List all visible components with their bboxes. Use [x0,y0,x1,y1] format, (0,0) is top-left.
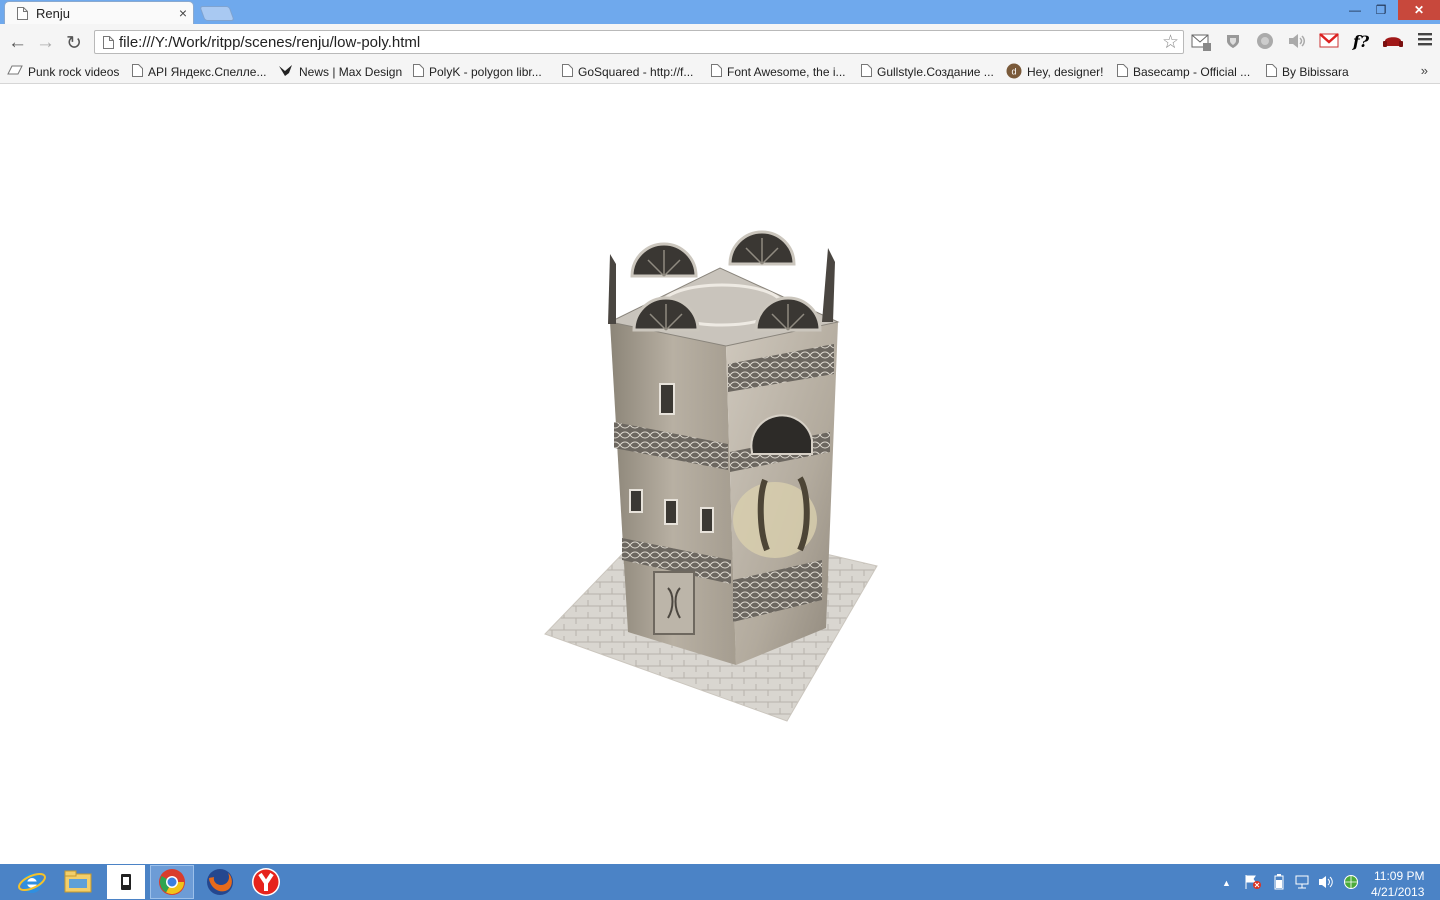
page-icon [17,7,28,25]
tower-door [653,571,695,635]
back-button[interactable]: ← [8,32,27,54]
tower-window [629,489,643,513]
tab-title: Renju [36,6,70,21]
file-explorer-icon[interactable] [56,865,100,899]
bookmark-label: Basecamp - Official ... [1133,65,1251,79]
bookmark-label: Punk rock videos [28,65,120,79]
page-icon [711,64,722,80]
volume-icon[interactable] [1318,874,1334,893]
clock-date[interactable]: 4/21/2013 [1371,885,1424,899]
page-icon [562,64,573,80]
bookmarks-bar: Punk rock videos API Яндекс.Спелле... Ne… [0,60,1440,84]
maximize-button[interactable]: ❐ [1370,0,1392,20]
title-bar: Renju × — ❐ ✕ [0,0,1440,24]
bookmark-item[interactable]: d Hey, designer! [1006,63,1103,81]
bookmark-item[interactable]: Punk rock videos [7,63,119,81]
bookmark-label: API Яндекс.Спелле... [148,65,267,79]
network-icon[interactable] [1294,874,1312,893]
bookmark-item[interactable]: Gullstyle.Создание ... [861,63,994,81]
shield-icon[interactable] [1222,32,1244,52]
page-icon [132,64,143,80]
browser-toolbar: ← → ↻ file:///Y:/Work/ritpp/scenes/renju… [0,24,1440,60]
bookmark-label: Font Awesome, the i... [727,65,846,79]
action-center-flag-icon[interactable] [1244,874,1262,893]
reload-button[interactable]: ↻ [66,32,82,55]
close-window-button[interactable]: ✕ [1398,0,1440,20]
page-icon [1266,64,1277,80]
windows-taskbar: ▲ 11:09 PM 4/21/2013 [0,864,1440,900]
page-icon [413,64,424,80]
tray-overflow-chevron[interactable]: ▲ [1222,878,1231,888]
internet-explorer-icon[interactable] [10,865,54,899]
bookmark-item[interactable]: Font Awesome, the i... [711,63,846,81]
bookmark-label: PolyK - polygon libr... [429,65,542,79]
chrome-icon[interactable] [150,865,194,899]
bookmark-label: News | Max Design [299,65,403,79]
firefox-icon[interactable] [198,865,242,899]
mail-checker-icon[interactable] [1190,32,1212,52]
circle-extension-icon[interactable] [1254,32,1276,52]
minimize-button[interactable]: — [1344,0,1366,20]
tower-window [700,507,714,533]
avatar-icon: d [1006,63,1022,82]
clock-time[interactable]: 11:09 PM [1374,869,1424,883]
new-tab-button[interactable] [199,6,235,21]
page-icon [861,64,872,80]
bookmarks-overflow-button[interactable]: » [1421,63,1428,78]
menu-icon[interactable] [1414,32,1436,52]
corner-spire [822,248,835,322]
yandex-browser-icon[interactable] [244,865,288,899]
bookmark-item[interactable]: API Яндекс.Спелле... [132,63,266,81]
bookmark-item[interactable]: PolyK - polygon libr... [413,63,542,81]
gmail-icon[interactable] [1318,32,1340,52]
bookmark-item[interactable]: News | Max Design [278,63,402,81]
font-finder-icon[interactable]: f? [1350,32,1372,52]
speaker-icon[interactable] [1286,32,1308,52]
bookmark-item[interactable]: GoSquared - http://f... [562,63,693,81]
address-bar[interactable]: file:///Y:/Work/ritpp/scenes/renju/low-p… [94,30,1184,54]
bookmark-label: By Bibissara [1282,65,1349,79]
folder-icon [7,64,23,80]
bookmark-item[interactable]: By Bibissara [1266,63,1349,81]
bookmark-label: Hey, designer! [1027,65,1104,79]
corner-spire [608,254,616,324]
tab-close-icon[interactable]: × [179,5,187,21]
page-content [0,84,1440,864]
page-icon [1117,64,1128,80]
svg-text:d: d [1011,66,1016,76]
bookmark-item[interactable]: Basecamp - Official ... [1117,63,1250,81]
bookmark-label: Gullstyle.Создание ... [877,65,994,79]
page-icon [103,36,114,54]
tower-window [664,499,678,525]
bird-icon [278,64,294,81]
url-text[interactable]: file:///Y:/Work/ritpp/scenes/renju/low-p… [119,34,420,51]
tablet-app-icon[interactable] [107,865,145,899]
tower-window [659,383,675,415]
bookmark-label: GoSquared - http://f... [578,65,694,79]
forward-button[interactable]: → [36,32,55,54]
sofa-icon[interactable] [1382,32,1404,52]
bookmark-star-icon[interactable]: ☆ [1162,31,1179,54]
globe-update-icon[interactable] [1342,874,1360,893]
battery-icon[interactable] [1274,874,1284,893]
tower-scene[interactable] [0,84,1440,864]
tab-renju[interactable]: Renju × [4,1,194,24]
